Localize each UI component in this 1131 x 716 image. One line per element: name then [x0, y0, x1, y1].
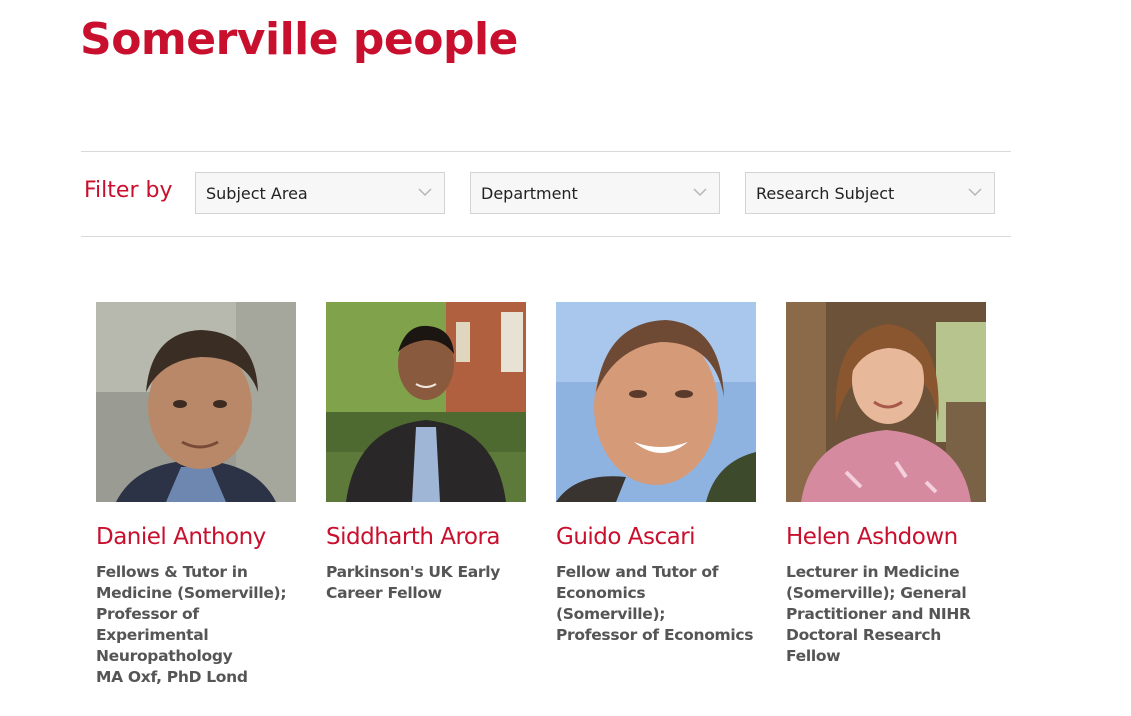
person-photo[interactable]: [96, 302, 296, 502]
department-select[interactable]: Department: [470, 172, 720, 214]
person-role-line: Fellows & Tutor in: [96, 563, 248, 581]
filter-bottom-divider: [81, 236, 1011, 237]
person-role-line: (Somerville); General: [786, 584, 967, 602]
subject-area-select-value: Subject Area: [206, 184, 308, 203]
person-name[interactable]: Daniel Anthony: [96, 524, 296, 550]
filter-top-divider: [81, 151, 1011, 152]
person-card: Siddharth Arora Parkinson's UK Early Car…: [326, 302, 526, 604]
person-role-line: Practitioner and NIHR: [786, 605, 971, 623]
filter-label: Filter by: [84, 178, 173, 203]
person-photo[interactable]: [326, 302, 526, 502]
person-role-line: Professor of Economics: [556, 626, 754, 644]
person-role-line: Professor of: [96, 605, 199, 623]
person-role-line: Lecturer in Medicine: [786, 563, 960, 581]
research-subject-select[interactable]: Research Subject: [745, 172, 995, 214]
person-card: Guido Ascari Fellow and Tutor of Economi…: [556, 302, 756, 646]
person-role-line: Experimental: [96, 626, 209, 644]
chevron-down-icon: [693, 188, 707, 197]
department-select-value: Department: [481, 184, 578, 203]
person-name[interactable]: Guido Ascari: [556, 524, 756, 550]
person-role-line: Parkinson's UK Early: [326, 563, 501, 581]
person-role: Fellows & Tutor in Medicine (Somerville)…: [96, 562, 296, 688]
person-role-line: Doctoral Research Fellow: [786, 626, 941, 665]
person-photo[interactable]: [556, 302, 756, 502]
research-subject-select-value: Research Subject: [756, 184, 895, 203]
person-role-line: Career Fellow: [326, 584, 442, 602]
chevron-down-icon: [968, 188, 982, 197]
person-card: Daniel Anthony Fellows & Tutor in Medici…: [96, 302, 296, 688]
person-role-line: Medicine (Somerville);: [96, 584, 287, 602]
person-card: Helen Ashdown Lecturer in Medicine (Some…: [786, 302, 986, 667]
chevron-down-icon: [418, 188, 432, 197]
person-role-line: Neuropathology: [96, 647, 233, 665]
person-role: Fellow and Tutor of Economics (Somervill…: [556, 562, 756, 646]
person-role-line: Economics (Somerville);: [556, 584, 666, 623]
person-role: Parkinson's UK Early Career Fellow: [326, 562, 526, 604]
page-title: Somerville people: [80, 14, 518, 65]
person-role-line: MA Oxf, PhD Lond: [96, 668, 248, 686]
person-role: Lecturer in Medicine (Somerville); Gener…: [786, 562, 986, 667]
person-name[interactable]: Siddharth Arora: [326, 524, 526, 550]
person-role-line: Fellow and Tutor of: [556, 563, 719, 581]
subject-area-select[interactable]: Subject Area: [195, 172, 445, 214]
person-name[interactable]: Helen Ashdown: [786, 524, 986, 550]
person-photo[interactable]: [786, 302, 986, 502]
